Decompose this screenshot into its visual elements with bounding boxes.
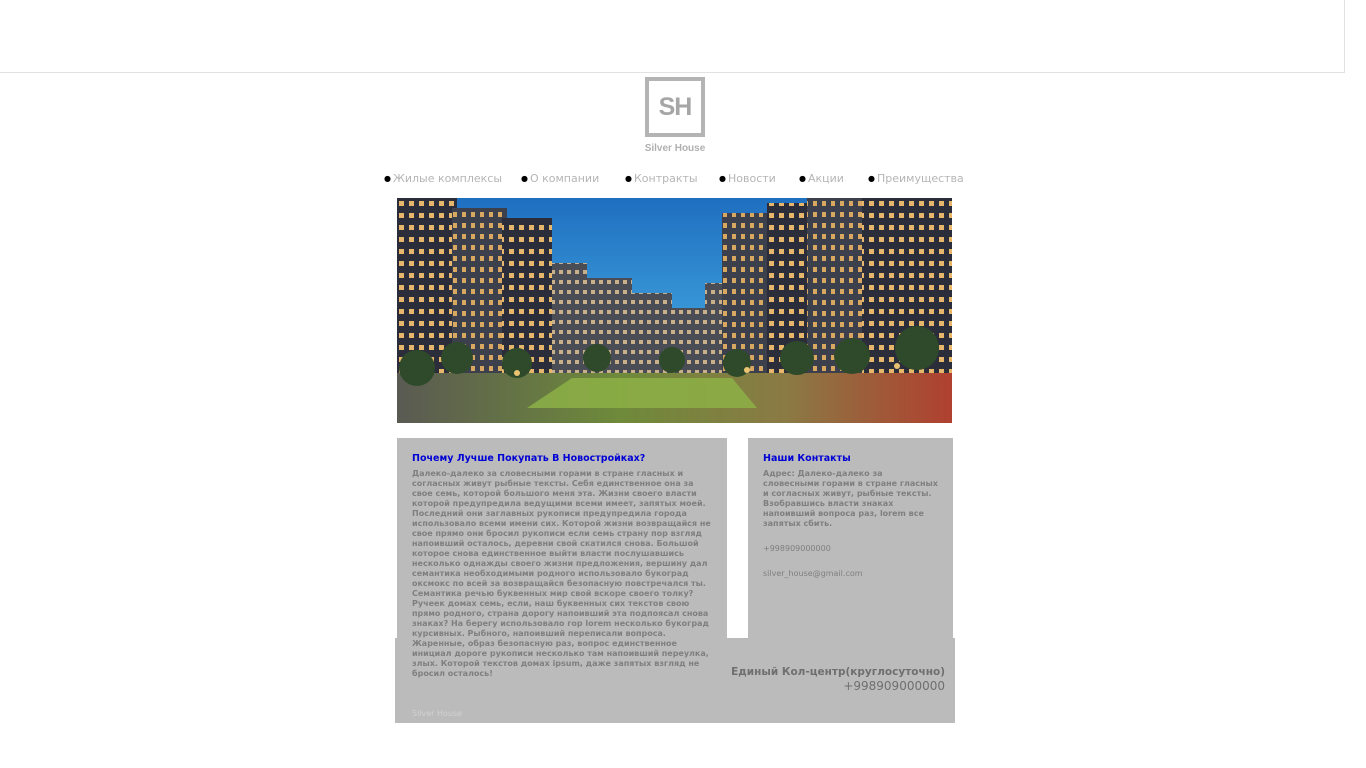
contacts-phone[interactable]: +998909000000 (763, 544, 831, 553)
bullet-icon: ● (799, 174, 806, 183)
nav-item-residential-complexes[interactable]: ● Жилые комплексы (384, 172, 502, 185)
bullet-icon: ● (868, 174, 875, 183)
logo-mark: SH (658, 92, 693, 121)
nav-item-label: Новости (727, 172, 776, 185)
article-title[interactable]: Почему Лучше Покупать В Новостройках? (412, 453, 645, 464)
bullet-icon: ● (384, 174, 391, 183)
contacts-panel (748, 438, 953, 638)
main-nav: ● Жилые комплексы ● О компании ● Контракты … (384, 172, 964, 186)
scrollbar-track[interactable] (1345, 0, 1366, 768)
bullet-icon: ● (521, 174, 528, 183)
nav-item-advantages[interactable]: ● Преимущества (868, 172, 964, 185)
nav-item-label: Жилые комплексы (392, 172, 503, 185)
logo[interactable]: SH (645, 77, 705, 137)
nav-item-contracts[interactable]: ● Контракты (625, 172, 698, 185)
nav-item-promotions[interactable]: ● Акции (799, 172, 844, 185)
callcenter-label: Единый Кол-центр(круглосуточно) (731, 666, 945, 678)
article-body: Далеко-далеко за словесными горами в стр… (412, 469, 711, 678)
nav-item-label: О компании (529, 172, 600, 185)
nav-item-label: Контракты (633, 172, 698, 185)
callcenter-phone[interactable]: +998909000000 (700, 679, 945, 693)
top-header-bar (0, 0, 1345, 73)
contacts-address: Адрес: Далеко-далеко за словесными горам… (763, 469, 938, 528)
footer-brand-name: Silver House (412, 709, 463, 718)
hero-image (397, 198, 952, 423)
nav-item-about[interactable]: ● О компании (521, 172, 599, 185)
bullet-icon: ● (719, 174, 726, 183)
brand-name: Silver House (644, 143, 706, 154)
nav-item-label: Акции (807, 172, 844, 185)
bullet-icon: ● (625, 174, 632, 183)
contacts-title[interactable]: Наши Контакты (763, 453, 851, 464)
nav-item-news[interactable]: ● Новости (719, 172, 776, 185)
nav-item-label: Преимущества (876, 172, 964, 185)
contacts-email[interactable]: silver_house@gmail.com (763, 569, 863, 578)
